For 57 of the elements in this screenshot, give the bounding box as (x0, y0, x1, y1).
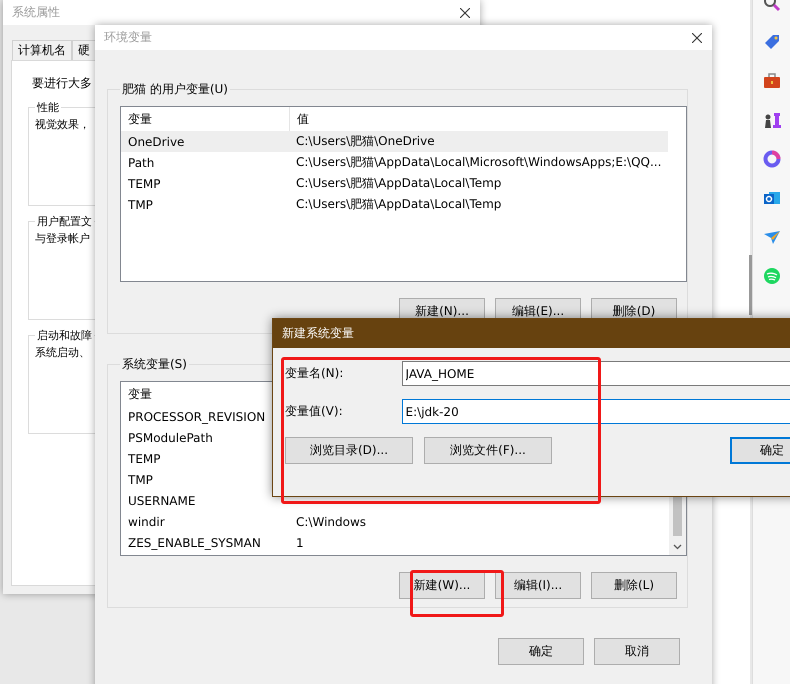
paper-plane-icon[interactable] (763, 228, 781, 246)
variable-name: USERNAME (127, 494, 196, 508)
dialog-button[interactable]: 确定 (498, 638, 584, 665)
variable-value: C:\Users\肥猫\AppData\Local\Temp (295, 175, 502, 192)
ring-icon[interactable] (763, 150, 781, 168)
tab[interactable]: 硬 (72, 40, 96, 60)
list-row[interactable]: Path C:\Users\肥猫\AppData\Local\Microsoft\WindowsApps;E:\QQ... (121, 152, 668, 173)
browse-button[interactable]: 浏览目录(D)... (285, 437, 413, 464)
chess-pieces-icon[interactable] (763, 111, 781, 129)
list-row[interactable]: TMP C:\Users\肥猫\AppData\Local\Temp (121, 194, 668, 215)
variable-name: TEMP (127, 452, 162, 466)
variable-value: C:\Users\肥猫\AppData\Local\Temp (295, 196, 502, 213)
variable-name: PROCESSOR_REVISION (127, 410, 266, 424)
toolbox-icon[interactable] (763, 72, 781, 90)
group-text: 系统启动、 (35, 346, 90, 359)
group-title: 肥猫 的用户变量(U) (121, 81, 229, 98)
variable-name: ZES_ENABLE_SYSMAN (127, 536, 262, 550)
tab[interactable]: 计算机名 (12, 40, 72, 60)
input-field[interactable]: E:\jdk-20 (402, 399, 790, 424)
variable-name: TEMP (127, 176, 162, 190)
variable-name: windir (127, 514, 166, 528)
browse-button[interactable]: 浏览文件(F)... (424, 437, 552, 464)
dialog-button[interactable]: 取消 (594, 638, 680, 665)
intro-text: 要进行大多 (32, 75, 92, 92)
variable-value: C:\Users\肥猫\AppData\Local\Microsoft\WindowsApps;E:\QQ... (295, 154, 662, 171)
scroll-down-icon[interactable] (673, 544, 682, 550)
scroll-thumb[interactable] (749, 255, 752, 315)
tag-icon[interactable] (763, 33, 781, 51)
list-button[interactable]: 新建(W)... (399, 572, 485, 599)
variable-name: OneDrive (127, 134, 186, 148)
variable-name: TMP (127, 472, 154, 486)
group-text: 与登录帐户 (35, 232, 90, 245)
column-header[interactable]: 值 (290, 110, 309, 128)
field-label: 变量值(V): (285, 403, 344, 420)
variable-name: PSModulePath (127, 430, 214, 444)
ok-button[interactable]: 确定 (730, 437, 790, 464)
list-row[interactable]: TEMP C:\Users\肥猫\AppData\Local\Temp (121, 173, 668, 194)
variable-name: TMP (127, 198, 154, 212)
variable-value: C:\Windows (295, 514, 366, 528)
close-icon[interactable] (692, 32, 702, 42)
variable-name: Path (127, 156, 156, 170)
list-button[interactable]: 编辑(I)... (495, 572, 581, 599)
field-label: 变量名(N): (285, 365, 344, 382)
close-icon[interactable] (460, 8, 470, 18)
window-title: 系统属性 (12, 4, 60, 21)
dialog-title: 新建系统变量 (282, 325, 354, 342)
group-title: 性能 (36, 100, 60, 115)
variable-value: 1 (295, 536, 304, 550)
group-text: 视觉效果， (35, 118, 90, 131)
window-title: 环境变量 (104, 29, 152, 46)
variable-value: C:\Users\肥猫\OneDrive (295, 133, 435, 150)
group-title: 启动和故障 (36, 328, 93, 343)
group-title: 系统变量(S) (121, 356, 188, 373)
list-row[interactable]: OneDrive C:\Users\肥猫\OneDrive (121, 131, 668, 152)
list-button[interactable]: 删除(L) (591, 572, 677, 599)
group-title: 用户配置文 (36, 214, 93, 229)
mail-icon[interactable] (763, 189, 781, 207)
